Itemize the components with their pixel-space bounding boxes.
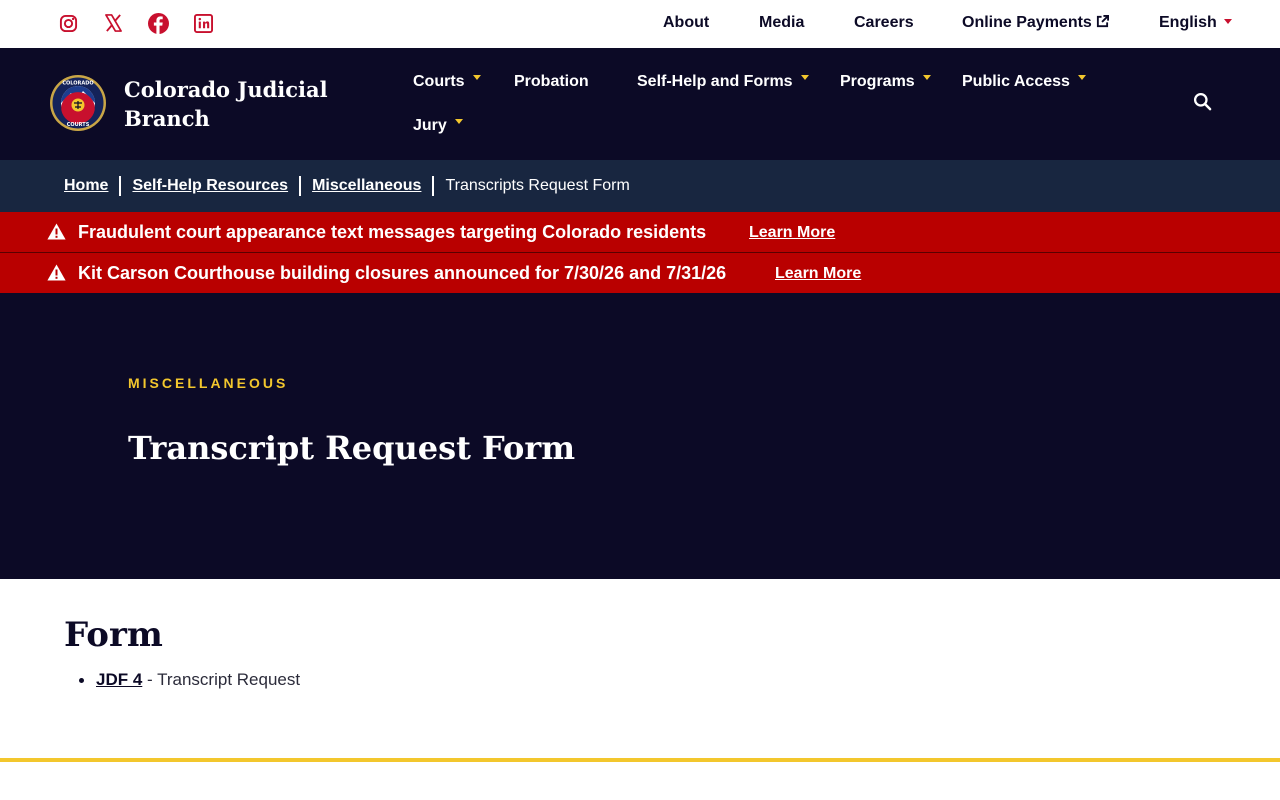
alert-message: Fraudulent court appearance text message… [78,222,707,242]
colorado-courts-seal-logo[interactable]: COLORADO COURTS [49,74,107,132]
page-title: Transcript Request Form [128,429,576,467]
nav-probation[interactable]: Probation [514,73,589,91]
nav-public-access-label: Public Access [962,73,1070,90]
form-link-jdf-4[interactable]: JDF 4 [96,670,142,689]
nav-courts-label: Courts [413,73,465,90]
nav-programs[interactable]: Programs [840,73,931,91]
about-link[interactable]: About [663,14,709,32]
online-payments-label: Online Payments [962,14,1092,31]
media-link[interactable]: Media [759,14,804,32]
instagram-icon[interactable] [57,12,79,34]
chevron-down-icon [1077,75,1086,80]
careers-link[interactable]: Careers [854,14,914,32]
nav-self-help-and-forms[interactable]: Self-Help and Forms [637,73,809,91]
alert-banner-fraud: Fraudulent court appearance text message… [0,212,1280,253]
linkedin-icon[interactable] [192,12,214,34]
language-select[interactable]: English [1159,14,1232,32]
nav-courts[interactable]: Courts [413,73,481,91]
nav-public-access[interactable]: Public Access [962,73,1086,91]
search-icon [1193,92,1212,116]
facebook-icon[interactable] [147,12,169,34]
section-heading: Form [64,615,163,655]
breadcrumb-current: Transcripts Request Form [445,177,630,194]
x-twitter-icon[interactable] [102,12,124,34]
form-list: JDF 4 - Transcript Request [79,670,301,690]
site-name-line-2: Branch [124,106,210,131]
breadcrumb-home[interactable]: Home [64,177,108,195]
alert-message: Kit Carson Courthouse building closures … [78,263,727,283]
nav-jury[interactable]: Jury [413,117,463,135]
chevron-down-icon [800,75,809,80]
list-item: JDF 4 - Transcript Request [79,670,301,690]
footer-divider [0,758,1280,762]
site-name-line-1: Colorado Judicial [124,77,328,102]
warning-icon [47,223,66,240]
chevron-down-icon [922,75,931,80]
alert-banner-closure: Kit Carson Courthouse building closures … [0,253,1280,293]
online-payments-link[interactable]: Online Payments [962,14,1109,33]
breadcrumb-self-help-resources[interactable]: Self-Help Resources [132,177,288,195]
page-eyebrow: MISCELLANEOUS [128,375,289,391]
svg-text:COLORADO: COLORADO [62,81,93,87]
external-link-icon [1096,15,1109,33]
warning-icon [47,264,66,281]
breadcrumb-separator [119,176,122,196]
breadcrumb: Home Self-Help Resources Miscellaneous T… [0,160,1280,212]
nav-jury-label: Jury [413,117,447,134]
nav-probation-label: Probation [514,73,589,90]
alert-learn-more-link[interactable]: Learn More [775,265,861,283]
chevron-down-icon [454,119,463,124]
alert-learn-more-link[interactable]: Learn More [749,224,835,242]
svg-text:COURTS: COURTS [67,122,90,128]
form-description: - Transcript Request [142,670,301,689]
breadcrumb-separator [432,176,435,196]
bullet [79,678,84,683]
chevron-down-icon [472,75,481,80]
language-label: English [1159,14,1217,31]
nav-self-help-label: Self-Help and Forms [637,73,793,90]
site-name[interactable]: Colorado Judicial Branch [124,75,354,133]
search-button[interactable] [1190,92,1214,116]
utility-bar: About Media Careers Online Payments Engl… [0,0,1280,48]
nav-programs-label: Programs [840,73,915,90]
page-hero: MISCELLANEOUS Transcript Request Form [0,293,1280,579]
chevron-down-icon [1223,19,1232,24]
breadcrumb-separator [299,176,302,196]
main-header: COLORADO COURTS Colorado Judicial Branch… [0,48,1280,160]
breadcrumb-miscellaneous[interactable]: Miscellaneous [312,177,421,195]
